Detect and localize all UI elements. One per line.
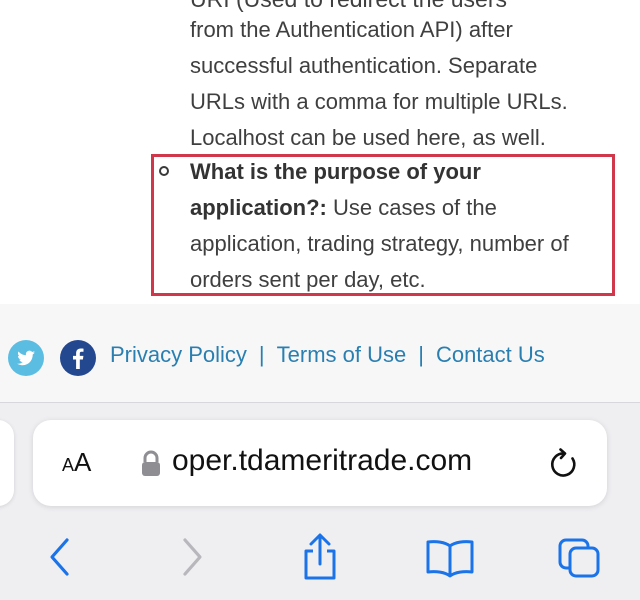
contact-us-link[interactable]: Contact Us (436, 342, 545, 367)
reload-icon[interactable] (548, 446, 580, 482)
previous-tab-card[interactable] (0, 420, 14, 506)
bookmarks-icon[interactable] (424, 532, 476, 582)
page-content: URI (Used to redirect the users from the… (0, 0, 640, 304)
url-text[interactable]: oper.tdameritrade.com (172, 444, 472, 478)
footer-links: Privacy Policy | Terms of Use | Contact Us (110, 342, 545, 368)
tabs-icon[interactable] (556, 532, 604, 582)
text-size-button[interactable]: AA (62, 447, 91, 478)
highlight-box (151, 154, 615, 296)
text-line: URLs with a comma for multiple URLs. (190, 89, 568, 114)
redirect-uri-description: from the Authentication API) after succe… (190, 12, 620, 156)
link-separator: | (418, 342, 424, 367)
lock-icon (140, 450, 162, 478)
back-icon[interactable] (42, 532, 82, 582)
facebook-icon[interactable] (60, 340, 96, 376)
text-line: Localhost can be used here, as well. (190, 125, 546, 150)
privacy-policy-link[interactable]: Privacy Policy (110, 342, 247, 367)
share-icon[interactable] (298, 532, 342, 582)
twitter-icon[interactable] (8, 340, 44, 376)
link-separator: | (258, 342, 265, 367)
text-line: from the Authentication API) after (190, 17, 513, 42)
forward-icon[interactable] (170, 532, 210, 582)
text-line: successful authentication. Separate (190, 53, 538, 78)
terms-of-use-link[interactable]: Terms of Use (277, 342, 407, 367)
